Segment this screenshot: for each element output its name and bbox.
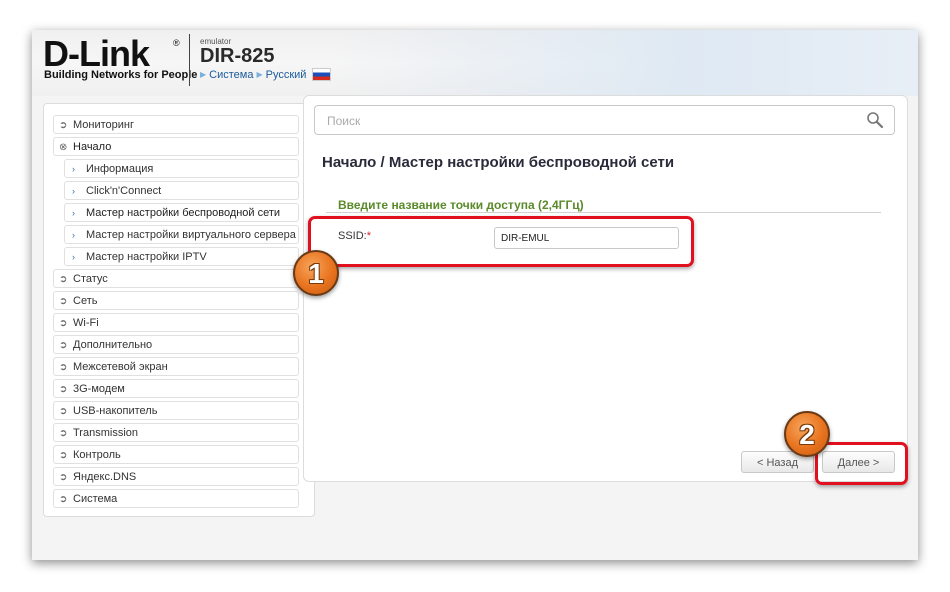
sidebar-item-yandex-dns[interactable]: ➲ Яндекс.DNS <box>53 467 299 486</box>
header-breadcrumb: ▶ Система ▶ Русский <box>200 68 332 81</box>
sidebar-item-iptv-wizard[interactable]: › Мастер настройки IPTV <box>64 247 299 266</box>
sidebar-item-firewall[interactable]: ➲ Межсетевой экран <box>53 357 299 376</box>
highlight-next-button <box>815 442 908 485</box>
sidebar-item-transmission[interactable]: ➲ Transmission <box>53 423 299 442</box>
chevron-right-circle-icon: ➲ <box>59 274 68 285</box>
header: D-Link ® Building Networks for People em… <box>32 30 918 96</box>
step-badge-1: 1 <box>293 250 339 296</box>
section-divider <box>326 212 881 213</box>
page-title: Начало / Мастер настройки беспроводной с… <box>322 154 675 171</box>
sidebar-item-3g-modem[interactable]: ➲ 3G-модем <box>53 379 299 398</box>
sidebar-item-virtual-server-wizard[interactable]: › Мастер настройки виртуального сервера <box>64 225 299 244</box>
triangle-right-icon: ▶ <box>256 70 263 79</box>
chevron-right-icon: › <box>72 164 75 174</box>
russian-flag-icon[interactable] <box>312 68 332 81</box>
sidebar-item-usb-storage[interactable]: ➲ USB-накопитель <box>53 401 299 420</box>
chevron-right-circle-icon: ➲ <box>59 450 68 461</box>
chevron-right-circle-icon: ➲ <box>59 384 68 395</box>
logo-tagline: Building Networks for People <box>44 69 198 81</box>
search-icon[interactable] <box>866 111 884 129</box>
sidebar-item-start[interactable]: ⊗ Начало <box>53 137 299 156</box>
sidebar-item-network[interactable]: ➲ Сеть <box>53 291 299 310</box>
chevron-right-circle-icon: ➲ <box>59 318 68 329</box>
registered-mark: ® <box>173 38 180 48</box>
sidebar-item-information[interactable]: › Информация <box>64 159 299 178</box>
section-title: Введите название точки доступа (2,4ГГц) <box>338 198 584 212</box>
chevron-right-circle-icon: ➲ <box>59 296 68 307</box>
sidebar-item-control[interactable]: ➲ Контроль <box>53 445 299 464</box>
header-divider <box>189 34 190 86</box>
system-link[interactable]: Система <box>209 69 253 81</box>
chevron-right-circle-icon: ➲ <box>59 120 68 131</box>
chevron-right-circle-icon: ➲ <box>59 406 68 417</box>
router-admin-window: D-Link ® Building Networks for People em… <box>32 30 918 560</box>
sidebar-item-system[interactable]: ➲ Система <box>53 489 299 508</box>
chevron-right-icon: › <box>72 230 75 240</box>
search-placeholder: Поиск <box>327 114 361 128</box>
chevron-right-circle-icon: ➲ <box>59 428 68 439</box>
chevron-right-icon: › <box>72 208 75 218</box>
chevron-right-circle-icon: ➲ <box>59 472 68 483</box>
chevron-right-icon: › <box>72 186 75 196</box>
language-link[interactable]: Русский <box>266 69 307 81</box>
triangle-right-icon: ▶ <box>200 70 207 79</box>
sidebar-item-monitoring[interactable]: ➲ Мониторинг <box>53 115 299 134</box>
sidebar-item-click-n-connect[interactable]: › Click'n'Connect <box>64 181 299 200</box>
model-name: DIR-825 <box>200 45 275 67</box>
search-input[interactable]: Поиск <box>314 105 895 135</box>
chevron-right-circle-icon: ➲ <box>59 494 68 505</box>
dlink-logo: D-Link <box>43 33 150 74</box>
step-badge-2: 2 <box>784 411 830 457</box>
sidebar-item-wifi[interactable]: ➲ Wi-Fi <box>53 313 299 332</box>
sidebar-item-status[interactable]: ➲ Статус <box>53 269 299 288</box>
chevron-right-circle-icon: ➲ <box>59 340 68 351</box>
chevron-down-circle-icon: ⊗ <box>59 142 68 153</box>
highlight-ssid <box>308 216 694 267</box>
sidebar-item-wireless-wizard[interactable]: › Мастер настройки беспроводной сети <box>64 203 299 222</box>
sidebar-item-advanced[interactable]: ➲ Дополнительно <box>53 335 299 354</box>
chevron-right-circle-icon: ➲ <box>59 362 68 373</box>
chevron-right-icon: › <box>72 252 75 262</box>
sidebar-menu: ➲ Мониторинг ⊗ Начало › Информация › Cli… <box>43 103 315 517</box>
